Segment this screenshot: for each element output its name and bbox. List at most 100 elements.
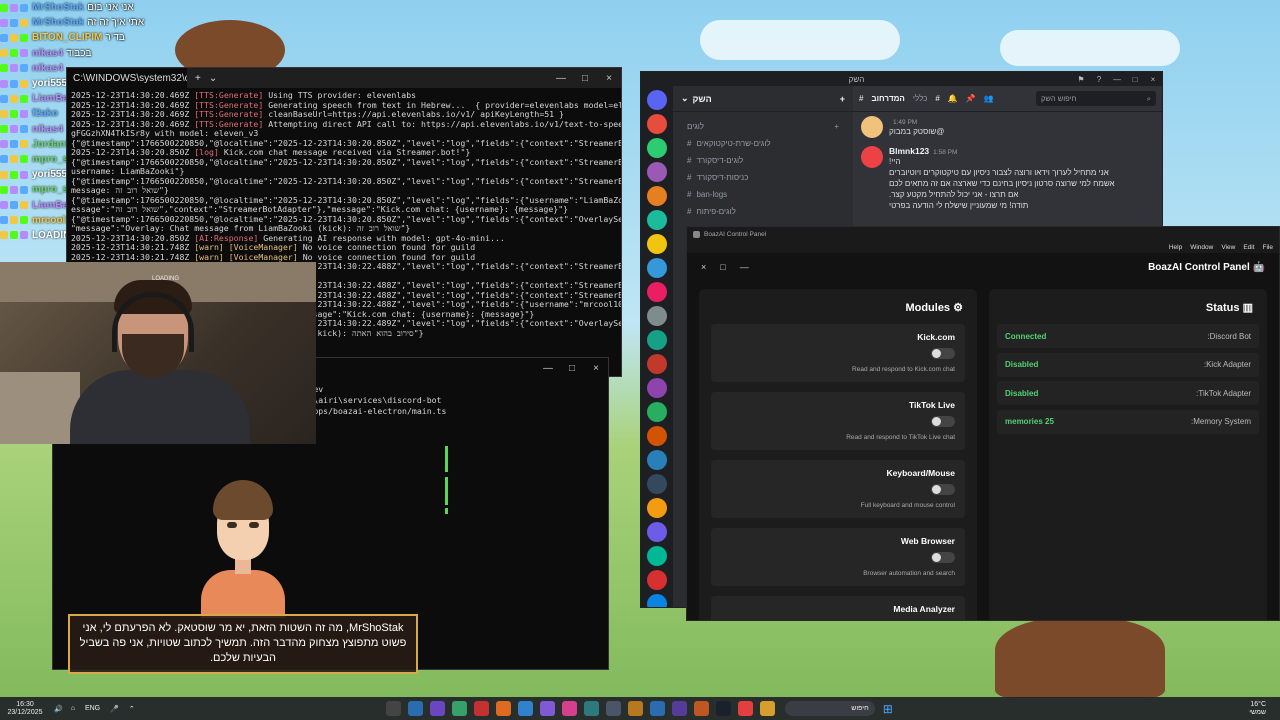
taskbar-app-icon[interactable]: [430, 701, 446, 716]
server-icon[interactable]: [647, 114, 667, 134]
maximize-button[interactable]: □: [1126, 75, 1144, 84]
avatar[interactable]: [861, 146, 883, 168]
message-list[interactable]: 1:49 PM @שוסטק במבוק Blmnk123 1:58 PM היי! אנ…: [853, 112, 1162, 215]
server-icon[interactable]: [647, 450, 667, 470]
module-toggle[interactable]: [931, 552, 955, 563]
channel-item[interactable]: # ban-logs: [673, 186, 853, 203]
taskbar-app-icon[interactable]: [628, 701, 644, 716]
threads-icon[interactable]: #: [935, 94, 939, 103]
taskbar-apps[interactable]: [383, 701, 779, 716]
server-icon[interactable]: [647, 138, 667, 158]
add-member-icon[interactable]: +: [840, 94, 845, 104]
menu-item-file[interactable]: File: [1263, 244, 1273, 251]
module-toggle[interactable]: [931, 348, 955, 359]
minimize-button[interactable]: —: [536, 363, 560, 374]
windows-start-icon[interactable]: ⊞: [883, 702, 893, 716]
channel-list[interactable]: # לוגים-שרת-טיקטוקאים # לוגים-דיסקורד # כניסו…: [673, 135, 853, 220]
avatar[interactable]: [861, 116, 883, 138]
taskbar-app-icon[interactable]: [452, 701, 468, 716]
server-icon[interactable]: [647, 90, 667, 110]
mic-icon[interactable]: 🎤: [110, 705, 119, 713]
taskbar-app-icon[interactable]: [474, 701, 490, 716]
server-icon[interactable]: [647, 474, 667, 494]
close-button[interactable]: ×: [1144, 75, 1162, 84]
pin-icon[interactable]: 📌: [966, 94, 976, 103]
new-tab-icon[interactable]: +: [195, 73, 201, 84]
close-button[interactable]: ×: [597, 73, 621, 84]
menu-bar[interactable]: Help Window View Edit File: [687, 241, 1279, 253]
message[interactable]: 1:49 PM @שוסטק במבוק: [853, 112, 1162, 142]
members-icon[interactable]: 👥: [984, 94, 994, 103]
menu-item-view[interactable]: View: [1221, 244, 1235, 251]
help-icon[interactable]: ?: [1090, 75, 1108, 84]
minimize-button[interactable]: —: [549, 73, 573, 84]
menu-item-edit[interactable]: Edit: [1243, 244, 1254, 251]
minimize-button[interactable]: —: [1108, 75, 1126, 84]
taskbar-app-icon[interactable]: [562, 701, 578, 716]
close-button[interactable]: ×: [701, 262, 706, 272]
server-icon[interactable]: [647, 402, 667, 422]
taskbar-app-icon[interactable]: [496, 701, 512, 716]
network-icon[interactable]: ⌂: [71, 705, 75, 712]
maximize-button[interactable]: □: [573, 73, 597, 84]
server-icon[interactable]: [647, 570, 667, 590]
server-icon[interactable]: [647, 306, 667, 326]
server-icon[interactable]: [647, 522, 667, 542]
notification-icon[interactable]: 🔔: [948, 94, 958, 103]
volume-icon[interactable]: 🔊: [54, 705, 63, 713]
taskbar-app-icon[interactable]: [672, 701, 688, 716]
taskbar-app-icon[interactable]: [386, 701, 402, 716]
module-list[interactable]: Kick.com Read and respond to Kick.com cha…: [699, 324, 977, 621]
taskbar-app-icon[interactable]: [584, 701, 600, 716]
server-icon[interactable]: [647, 378, 667, 398]
close-button[interactable]: ×: [584, 363, 608, 374]
server-icon[interactable]: [647, 546, 667, 566]
channel-item[interactable]: # כניסות-דיסקורד: [673, 169, 853, 186]
taskbar-app-icon[interactable]: [716, 701, 732, 716]
search-input[interactable]: חיפוש השק ⌕: [1036, 91, 1156, 106]
channel-topbar[interactable]: # המדרחוב כללי # 🔔 📌 👥 חיפוש השק ⌕: [853, 86, 1162, 112]
channel-item[interactable]: # לוגים-שרת-טיקטוקאים: [673, 135, 853, 152]
weather-widget[interactable]: 16°C שמשי: [1249, 701, 1266, 717]
module-toggle[interactable]: [931, 620, 955, 621]
taskbar-app-icon[interactable]: [694, 701, 710, 716]
maximize-button[interactable]: □: [560, 363, 584, 374]
message[interactable]: Blmnk123 1:58 PM היי! אני מתחיל לערוך וידאו…: [853, 142, 1162, 215]
server-icon[interactable]: [647, 162, 667, 182]
taskbar-app-icon[interactable]: [408, 701, 424, 716]
taskbar-search[interactable]: חיפוש: [784, 701, 875, 716]
inbox-icon[interactable]: ⚑: [1072, 75, 1090, 84]
clock[interactable]: 16:30 23/12/2025: [0, 701, 50, 717]
server-icon[interactable]: [647, 210, 667, 230]
taskbar-app-icon[interactable]: [606, 701, 622, 716]
server-header[interactable]: ⌄ השק +: [673, 86, 853, 112]
server-icon[interactable]: [647, 354, 667, 374]
server-icon[interactable]: [647, 498, 667, 518]
control-panel-window[interactable]: BoazAI Control Panel Help Window View Edit F…: [686, 226, 1280, 621]
server-icon[interactable]: [647, 594, 667, 607]
chevron-down-icon[interactable]: ⌄: [209, 73, 217, 84]
tray-chevron-icon[interactable]: ⌃: [129, 705, 135, 713]
server-icon[interactable]: [647, 234, 667, 254]
module-toggle[interactable]: [931, 484, 955, 495]
language-indicator[interactable]: ENG: [85, 705, 100, 712]
server-icon[interactable]: [647, 186, 667, 206]
minimize-button[interactable]: —: [740, 262, 749, 272]
server-icon[interactable]: [647, 330, 667, 350]
control-panel-toolbar[interactable]: × □ — BoazAI Control Panel 🤖: [687, 253, 1279, 281]
message-author[interactable]: Blmnk123: [889, 146, 929, 156]
server-icon[interactable]: [647, 258, 667, 278]
terminal-titlebar[interactable]: C:\WINDOWS\system32\cmd.e × + ⌄ — □ ×: [67, 68, 621, 88]
maximize-button[interactable]: □: [720, 262, 725, 272]
category-label[interactable]: לוגים +: [673, 118, 853, 135]
terminal-tab[interactable]: C:\WINDOWS\system32\cmd.e ×: [67, 68, 187, 88]
taskbar-app-icon[interactable]: [650, 701, 666, 716]
menu-item-window[interactable]: Window: [1190, 244, 1213, 251]
channel-item[interactable]: # לוגים-פיתוח: [673, 203, 853, 220]
module-toggle[interactable]: [931, 416, 955, 427]
taskbar-app-icon[interactable]: [540, 701, 556, 716]
server-icon[interactable]: [647, 426, 667, 446]
taskbar[interactable]: 16:30 23/12/2025 🔊 ⌂ ENG 🎤 ⌃ חיפוש ⊞ 16°…: [0, 697, 1280, 720]
server-icon[interactable]: [647, 282, 667, 302]
channel-item[interactable]: # לוגים-דיסקורד: [673, 152, 853, 169]
